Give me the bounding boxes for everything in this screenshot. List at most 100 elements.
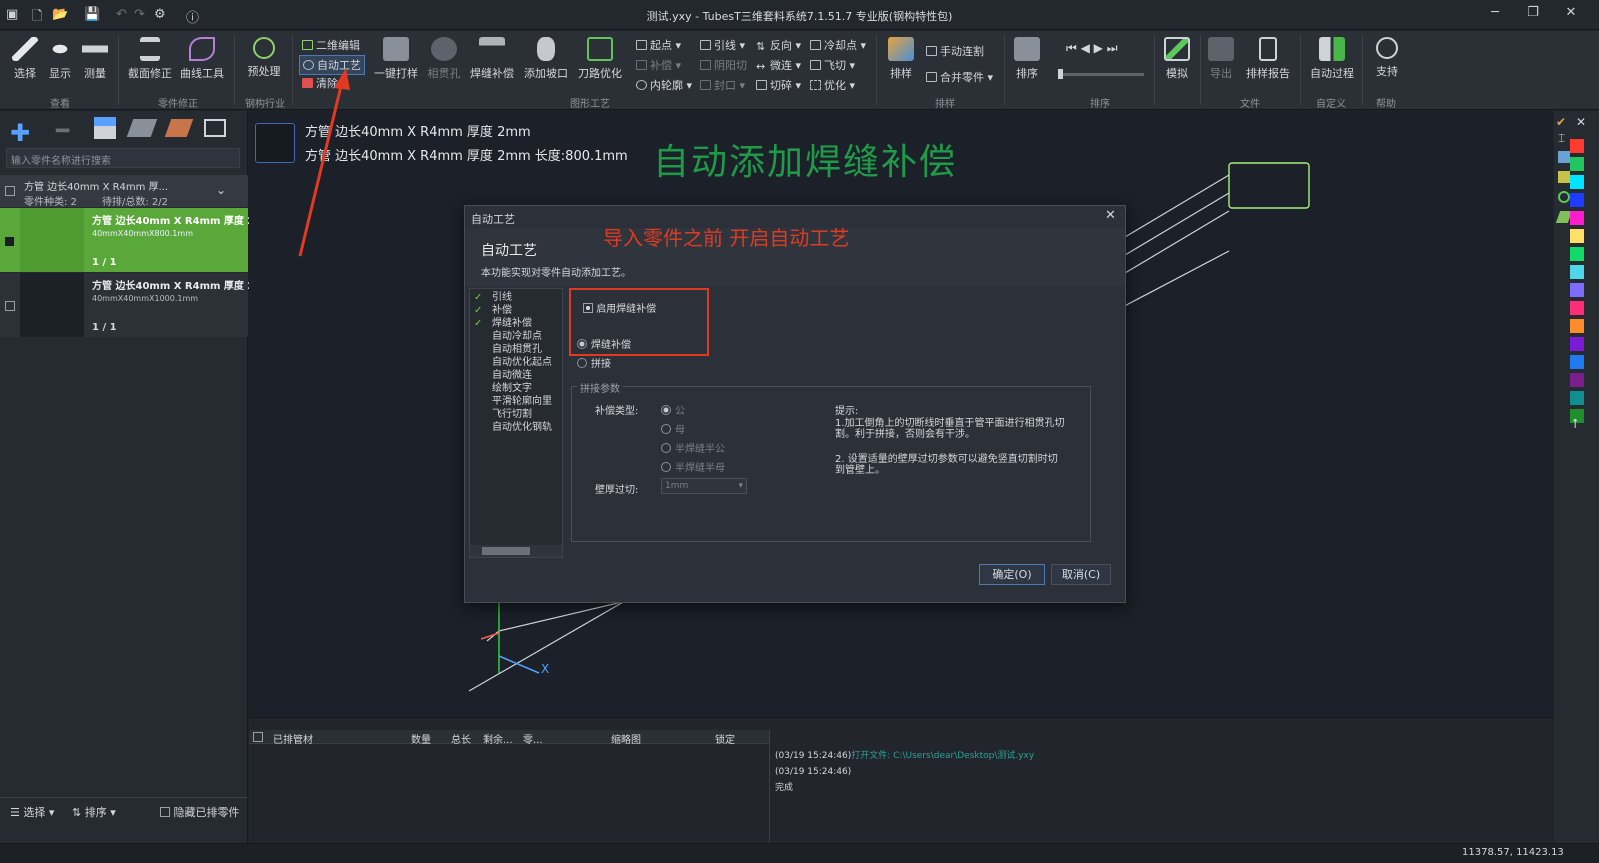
auto-process-flow-button[interactable]: 自动过程 — [1308, 37, 1356, 81]
merge-parts-button[interactable]: 合并零件 ▾ — [926, 69, 993, 85]
tree-item[interactable]: ✓ 焊缝补偿 — [474, 317, 552, 330]
manual-link-cut-button[interactable]: 手动连割 — [926, 43, 984, 59]
restore-icon[interactable]: ❐ — [1520, 5, 1546, 25]
radio-off[interactable] — [661, 443, 671, 453]
col-header-material[interactable]: 已排管材 — [273, 731, 313, 746]
col-header-parts[interactable]: 零... — [523, 731, 543, 746]
radio-on[interactable] — [577, 339, 587, 349]
yin-yang-cut-button[interactable]: 阴阳切 — [700, 57, 747, 73]
dialog-close-icon[interactable]: ✕ — [1105, 208, 1116, 223]
order-slider[interactable] — [1058, 73, 1144, 76]
select-dropdown[interactable]: ☰ 选择 ▾ — [10, 804, 54, 820]
color-swatch[interactable] — [1570, 157, 1584, 171]
close-x-icon[interactable]: ✕ — [1576, 115, 1586, 129]
nest-report-button[interactable]: 排样报告 — [1244, 37, 1292, 81]
tree-item[interactable]: ✓ 引线 — [474, 291, 552, 304]
enable-weld-checkbox[interactable]: 启用焊缝补偿 — [583, 300, 656, 315]
part-search-input[interactable]: 输入零件名称进行搜索 — [6, 148, 240, 168]
display-button[interactable]: 显示 — [44, 37, 76, 81]
color-swatch[interactable] — [1570, 319, 1584, 333]
weld-radio[interactable]: 焊缝补偿 — [577, 336, 631, 351]
color-swatch[interactable] — [1570, 337, 1584, 351]
select-all-checkbox[interactable] — [253, 732, 263, 742]
optimize-button[interactable]: 优化 ▾ — [810, 77, 855, 93]
remove-part-icon[interactable]: ━ — [56, 119, 69, 144]
playback-controls[interactable]: ⏮ ◀ ▶ ⏭ — [1066, 41, 1118, 56]
col-header-total[interactable]: 总长 — [451, 731, 471, 746]
col-header-qty[interactable]: 数量 — [411, 731, 431, 746]
color-swatch[interactable] — [1570, 211, 1584, 225]
tool-path-optimize-button[interactable]: 刀路优化 — [578, 37, 622, 81]
hide-checkbox[interactable] — [160, 807, 170, 817]
color-swatch[interactable] — [1570, 283, 1584, 297]
hide-nested-toggle[interactable]: 隐藏已排零件 — [160, 804, 240, 820]
splice-radio[interactable]: 拼接 — [577, 355, 611, 370]
part-group-header[interactable]: 方管 边长40mm X R4mm 厚... 零件种类: 2 待排/总数: 2/2… — [0, 175, 248, 208]
simulate-button[interactable]: 模拟 — [1160, 37, 1194, 81]
add-bevel-button[interactable]: 添加坡口 — [524, 37, 568, 81]
order-button[interactable]: 排序 — [1012, 37, 1042, 81]
select-button[interactable]: 选择 — [10, 37, 40, 81]
grid-icon[interactable] — [1558, 151, 1570, 163]
add-part-icon[interactable]: ✚ — [10, 119, 30, 147]
tree-item[interactable]: 绘制文字 — [474, 382, 552, 395]
checkbox-checked[interactable] — [583, 303, 593, 313]
color-swatch[interactable] — [1570, 229, 1584, 243]
circle-tool-icon[interactable] — [1558, 191, 1570, 203]
part-list-item[interactable]: 方管 边长40mm X R4mm 厚度 2 40mmX40mmX800.1mm … — [0, 208, 254, 272]
part-list-item[interactable]: 方管 边长40mm X R4mm 厚度 2 40mmX40mmX1000.1mm… — [0, 273, 254, 337]
nest-button[interactable]: 排样 — [884, 37, 918, 81]
scroll-thumb[interactable] — [482, 547, 530, 555]
radio-off[interactable] — [577, 358, 587, 368]
part-selected-checkbox[interactable] — [5, 237, 14, 246]
micro-joint-button[interactable]: ↔ 微连 ▾ — [756, 57, 801, 73]
import-icon[interactable] — [94, 117, 116, 139]
preprocess-button[interactable]: 预处理 — [244, 37, 284, 79]
col-header-lock[interactable]: 锁定 — [715, 731, 735, 746]
minimize-icon[interactable]: ─ — [1482, 5, 1508, 25]
curve-tool-button[interactable]: 曲线工具 — [180, 37, 224, 81]
color-swatch[interactable] — [1570, 139, 1584, 153]
color-swatch[interactable] — [1570, 355, 1584, 369]
inner-outer-button[interactable]: 内轮廓 ▾ — [636, 77, 692, 93]
pierce-hole-button[interactable]: 相贯孔 — [426, 37, 462, 81]
part-checkbox[interactable] — [5, 301, 15, 311]
option-half-female[interactable]: 半焊缝半母 — [661, 459, 725, 474]
radio-on[interactable] — [661, 405, 671, 415]
pipe-add-icon[interactable] — [126, 119, 158, 137]
chevron-down-icon[interactable]: ⌄ — [216, 183, 226, 197]
color-swatch[interactable] — [1570, 373, 1584, 387]
i-beam-icon[interactable]: ⌶ — [1558, 131, 1565, 146]
radio-off[interactable] — [661, 462, 671, 472]
cooling-point-button[interactable]: 冷却点 ▾ — [810, 37, 866, 53]
check-tick-icon[interactable]: ✔ — [1556, 115, 1566, 129]
tree-item[interactable]: 自动优化起点 — [474, 356, 552, 369]
close-icon[interactable]: ✕ — [1558, 5, 1584, 25]
tree-item[interactable]: 自动优化钢轨 — [474, 421, 552, 434]
radio-off[interactable] — [661, 424, 671, 434]
lead-button[interactable]: 引线 ▾ — [700, 37, 745, 53]
tree-item[interactable]: 自动相贯孔 — [474, 343, 552, 356]
color-swatch[interactable] — [1570, 175, 1584, 189]
tree-item[interactable]: 飞行切割 — [474, 408, 552, 421]
sort-dropdown[interactable]: ⇅ 排序 ▾ — [72, 804, 116, 820]
tree-item[interactable]: 自动微连 — [474, 369, 552, 382]
cancel-button[interactable]: 取消(C) — [1051, 564, 1111, 585]
option-female[interactable]: 母 — [661, 421, 685, 436]
up-arrow-icon[interactable]: ⭡ — [1572, 417, 1578, 432]
tree-scrollbar[interactable] — [470, 545, 562, 557]
support-button[interactable]: 支持 — [1370, 37, 1404, 79]
one-click-proof-button[interactable]: 一键打样 — [374, 37, 418, 81]
option-half-male[interactable]: 半焊缝半公 — [661, 440, 725, 455]
process-tree[interactable]: ✓ 引线 ✓ 补偿 ✓ 焊缝补偿 自动冷却点 自动相贯孔 自动优化起点 自动微连 绘制文字 平滑轮廓向… — [469, 288, 563, 558]
color-swatch[interactable] — [1570, 391, 1584, 405]
edit-2d-button[interactable]: 二维编辑 — [302, 37, 360, 53]
option-male[interactable]: 公 — [661, 402, 685, 417]
plate-add-icon[interactable] — [164, 119, 194, 137]
compensate-button[interactable]: 补偿 ▾ — [636, 57, 681, 73]
tree-item[interactable]: ✓ 补偿 — [474, 304, 552, 317]
pen-icon[interactable] — [1558, 171, 1570, 183]
fly-cut-button[interactable]: 飞切 ▾ — [810, 57, 855, 73]
section-fix-button[interactable]: 截面修正 — [128, 37, 172, 81]
color-swatch[interactable] — [1570, 247, 1584, 261]
